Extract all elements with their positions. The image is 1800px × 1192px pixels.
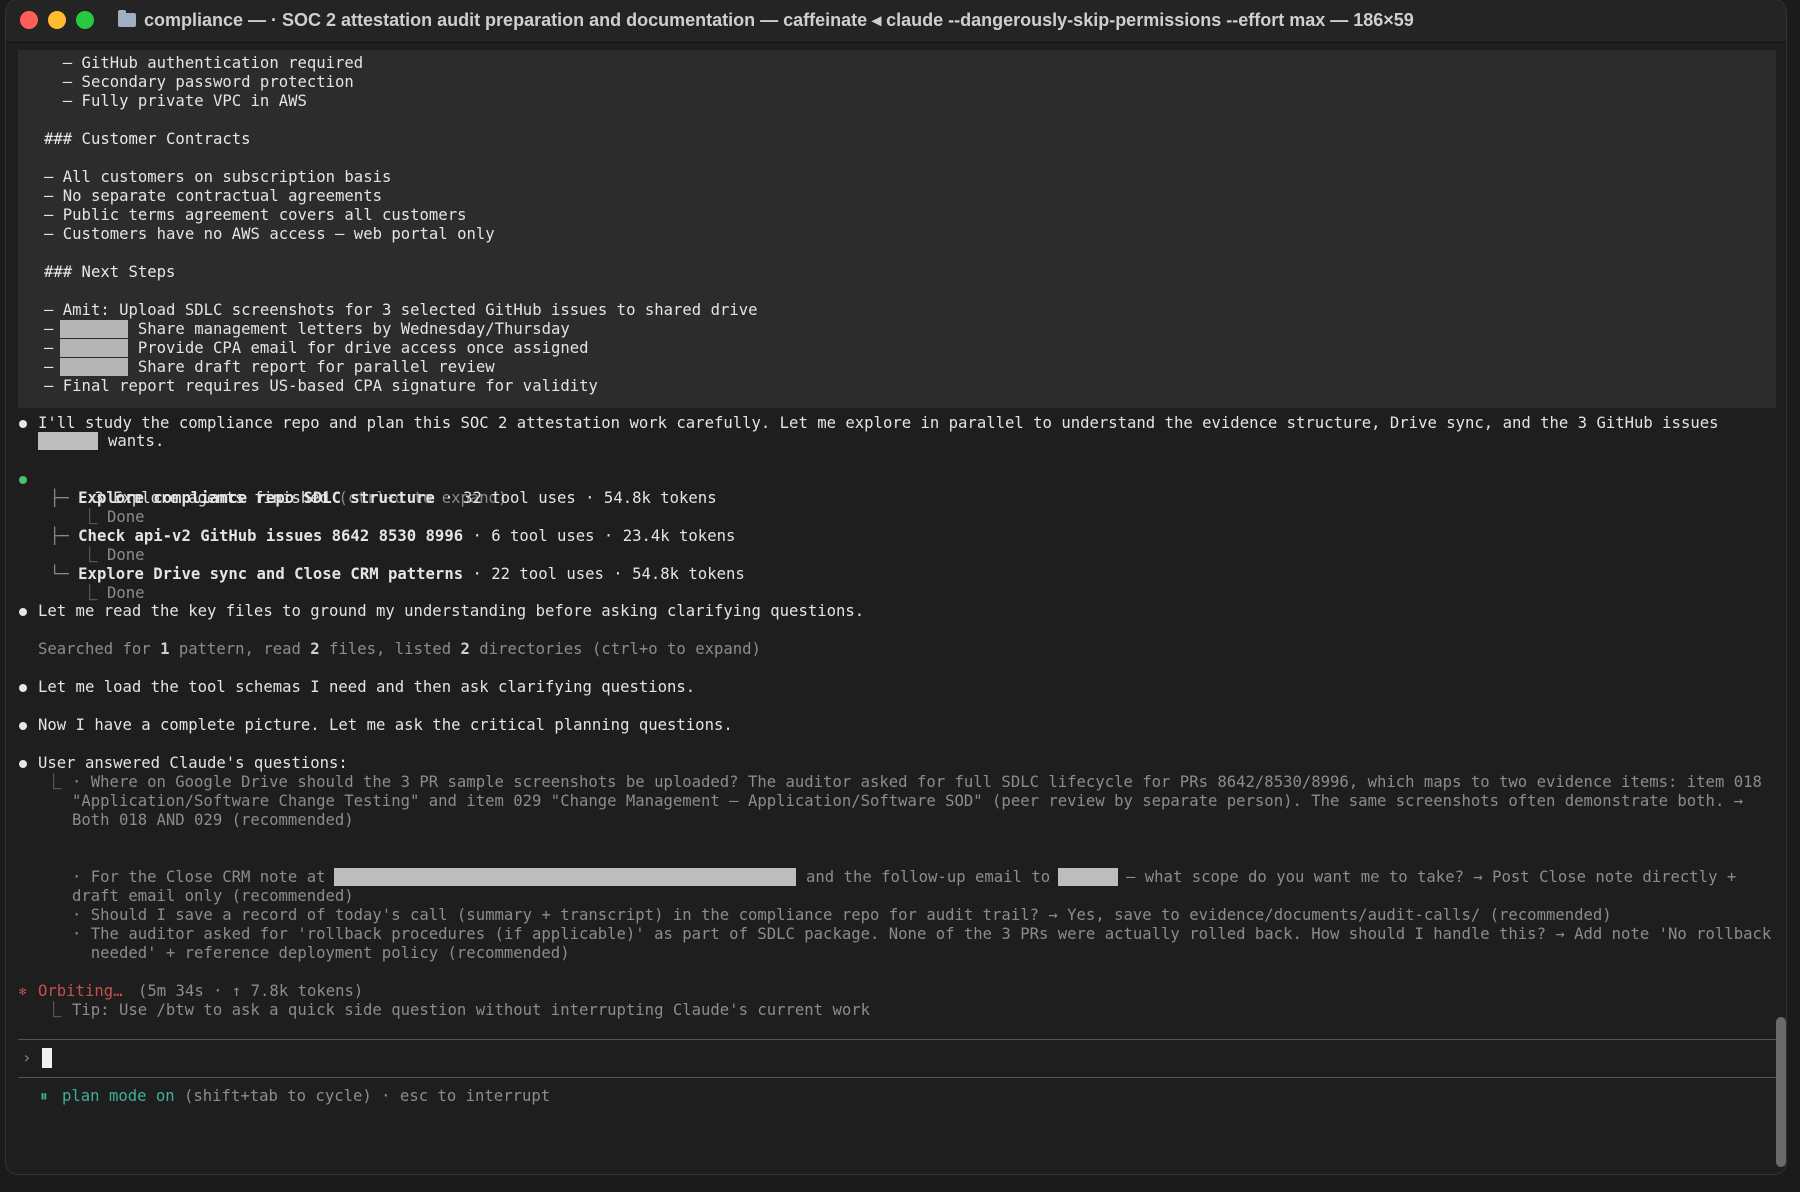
answer-line: needed' + reference deployment policy (r… [72,944,570,962]
answer-crm-c: – what scope do you want me to take? → P… [1126,868,1737,886]
success-bullet-icon [19,476,27,484]
tree-branch-icon: ├─ [50,527,79,545]
tree-corner-icon: ⎿ [46,773,62,791]
assistant-message: I'll study the compliance repo and plan … [38,414,1719,432]
tree-branch-icon: ├─ [50,489,79,507]
bullet-icon [19,608,27,616]
note-line: – Fully private VPC in AWS [44,92,307,110]
note-line: – No separate contractual agreements [44,187,382,205]
plan-mode-label[interactable]: plan mode on [62,1087,175,1106]
bullet-icon [19,722,27,730]
terminal-content: – GitHub authentication required – Secon… [6,42,1778,1174]
note-line: ### Next Steps [44,263,176,281]
agent-item[interactable]: └─ Explore Drive sync and Close CRM patt… [50,565,745,584]
footer-hint: (shift+tab to cycle) · esc to interrupt [184,1087,551,1105]
assistant-message: Let me read the key files to ground my u… [38,602,865,620]
redacted-text [60,320,128,338]
note-line: – Public terms agreement covers all cust… [44,206,467,224]
redacted-text [60,358,128,376]
text-cursor [42,1048,52,1068]
answer-line: Both 018 AND 029 (recommended) [72,811,354,829]
note-line: ### Customer Contracts [44,130,251,148]
agent-name: Explore Drive sync and Close CRM pattern… [78,565,464,583]
search-summary[interactable]: Searched for 1 pattern, read 2 files, li… [38,640,761,659]
note-line: – GitHub authentication required [44,54,364,72]
prompt-chevron-icon: › [22,1049,32,1067]
spinner-label: Orbiting… [38,982,123,1000]
plan-mode-icon: ⏸ [40,1087,48,1105]
answer-line: · Should I save a record of today's call… [72,906,1612,924]
agent-status: ⎿ Done [82,584,145,603]
note-line: – Amit: Upload SDLC screenshots for 3 se… [44,301,758,319]
assistant-message-cont: wants. [108,432,165,450]
spinner-icon: ✻ [19,984,27,998]
agent-status: ⎿ Done [82,546,145,565]
scrollbar[interactable] [1776,60,1786,1170]
tree-corner-icon: ⎿ [82,546,107,564]
tip-text: Tip: Use /btw to ask a quick side questi… [72,1001,870,1019]
agent-stats: · 22 tool uses · 54.8k tokens [463,565,745,583]
close-button[interactable] [20,11,38,29]
agent-status-label: Done [106,508,145,526]
redacted-text [60,339,128,357]
prompt-input[interactable] [56,1049,1756,1069]
agent-name: Check api-v2 GitHub issues 8642 8530 899… [78,527,464,545]
answer-line: · Where on Google Drive should the 3 PR … [72,773,1762,791]
note-line: – Secondary password protection [44,73,354,91]
redacted-text [1058,868,1118,886]
answer-crm-d: draft email only (recommended) [72,887,354,905]
note-line: – Final report requires US-based CPA sig… [44,377,598,395]
meeting-notes-block: – GitHub authentication required – Secon… [18,50,1776,408]
agent-stats: · 32 tool uses · 54.8k tokens [434,489,717,507]
redacted-text [334,868,796,886]
tree-branch-icon: └─ [50,565,79,583]
scrollbar-thumb[interactable] [1776,1017,1786,1167]
agent-item[interactable]: ├─ Explore compliance repo SDLC structur… [50,489,717,508]
note-line: – Customers have no AWS access – web por… [44,225,495,243]
answers-header: User answered Claude's questions: [38,754,348,772]
redacted-text [38,432,98,450]
minimize-button[interactable] [48,11,66,29]
terminal-window: compliance — · SOC 2 attestation audit p… [6,0,1786,1174]
agent-stats: · 6 tool uses · 23.4k tokens [463,527,736,545]
bullet-icon [19,760,27,768]
zoom-button[interactable] [76,11,94,29]
spinner-stats: (5m 34s · ↑ 7.8k tokens) [138,982,364,1000]
bullet-icon [19,684,27,692]
answer-line: · The auditor asked for 'rollback proced… [72,925,1772,943]
agent-status-label: Done [106,584,145,602]
tree-corner-icon: ⎿ [82,584,107,602]
agent-item[interactable]: ├─ Check api-v2 GitHub issues 8642 8530 … [50,527,735,546]
agent-name: Explore compliance repo SDLC structure [78,489,435,507]
assistant-message: Let me load the tool schemas I need and … [38,678,696,696]
assistant-message: Now I have a complete picture. Let me as… [38,716,733,734]
window-title: compliance — · SOC 2 attestation audit p… [144,10,1414,30]
divider [18,1077,1778,1078]
bullet-icon [19,420,27,428]
title-bar: compliance — · SOC 2 attestation audit p… [6,0,1786,43]
agent-status-label: Done [106,546,145,564]
folder-icon [118,10,136,27]
note-line: – All customers on subscription basis [44,168,392,186]
tree-corner-icon: ⎿ [46,1001,62,1019]
divider [18,1039,1778,1040]
tree-corner-icon: ⎿ [82,508,107,526]
answer-line: "Application/Software Change Testing" an… [72,792,1744,810]
answer-crm-b: and the follow-up email to [806,868,1051,886]
answer-crm: · For the Close CRM note at [72,868,326,886]
agent-status: ⎿ Done [82,508,145,527]
